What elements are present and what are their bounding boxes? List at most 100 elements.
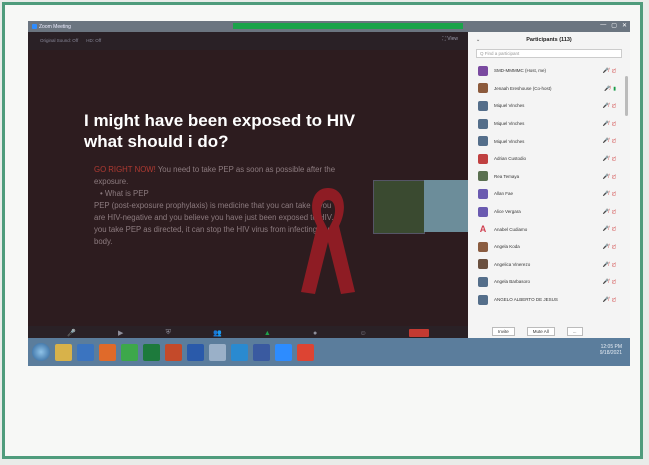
- participant-row[interactable]: Alice Vergara 🎤̸ ◻̸: [468, 203, 630, 221]
- window-title: Zoom Meeting: [39, 23, 71, 30]
- more-options-button[interactable]: ...: [566, 326, 583, 336]
- participant-row[interactable]: Angelica Vinerezo 🎤̸ ◻̸: [468, 256, 630, 274]
- maximize-button[interactable]: ▢: [611, 22, 617, 29]
- meeting-area: Original Sound: Off HD: Off ⛶ View I mig…: [28, 32, 470, 338]
- participant-video-tile-2[interactable]: [424, 180, 470, 232]
- window-icon[interactable]: [209, 343, 226, 361]
- participant-status: 🎤̸ ◻̸: [603, 121, 616, 127]
- slide-title: I might have been exposed to HIV what sh…: [84, 111, 356, 151]
- avatar: [478, 294, 488, 305]
- participant-row[interactable]: Jenaah Ereshouse (Co-host) 🎤̸ ▮: [468, 80, 630, 98]
- muted-mic-icon: 🎤̸: [602, 226, 609, 233]
- participant-row[interactable]: SMD-MMMMC (Host, me) 🎤̸ ◻̸: [468, 62, 630, 80]
- participant-search-input[interactable]: Q Find a participant: [476, 49, 622, 58]
- participant-name: Miquel Vinches: [494, 103, 525, 109]
- video-off-icon: ◻̸: [611, 138, 616, 145]
- participant-video-tile[interactable]: [373, 180, 425, 234]
- video-on-icon: ▮: [613, 85, 616, 92]
- video-off-icon: ◻̸: [611, 173, 616, 180]
- share-screen-icon[interactable]: ▲: [264, 330, 271, 337]
- avatar: [478, 65, 488, 76]
- edge-icon[interactable]: [231, 343, 248, 361]
- collapse-icon[interactable]: ⌄: [476, 37, 480, 43]
- video-icon[interactable]: ▶: [118, 329, 123, 337]
- video-off-icon: ◻̸: [611, 191, 616, 198]
- start-button-icon[interactable]: [32, 343, 50, 361]
- participant-row[interactable]: Miquel Vinches 🎤̸ ◻̸: [468, 97, 630, 115]
- participant-row[interactable]: ANGELO ALBERTO DE JESUS 🎤̸ ◻̸: [468, 291, 630, 309]
- security-icon[interactable]: ⛨: [166, 329, 171, 337]
- ie-browser-icon[interactable]: [77, 343, 94, 361]
- end-meeting-button[interactable]: [408, 329, 429, 337]
- video-off-icon: ◻̸: [611, 68, 616, 74]
- red-ribbon-icon: [301, 188, 355, 294]
- media-player-icon[interactable]: [99, 343, 116, 361]
- participants-icon[interactable]: 👥: [213, 329, 222, 337]
- invite-button[interactable]: Invite: [492, 326, 515, 336]
- avatar: [478, 188, 488, 199]
- participant-status: 🎤̸ ◻̸: [603, 297, 616, 303]
- powerpoint-icon[interactable]: [165, 343, 182, 361]
- participant-status: 🎤̸ ◻̸: [603, 138, 616, 144]
- muted-mic-icon: 🎤̸: [602, 120, 609, 127]
- muted-mic-icon: 🎤̸: [602, 296, 609, 303]
- participant-row[interactable]: Adrian Custodio 🎤̸ ◻̸: [468, 150, 630, 168]
- app-title: Zoom Meeting: [32, 24, 71, 30]
- meeting-topbar: Original Sound: Off HD: Off ⛶ View: [28, 32, 468, 48]
- muted-mic-icon: 🎤̸: [602, 103, 609, 110]
- muted-mic-icon: 🎤̸: [602, 68, 609, 74]
- avatar: [478, 276, 488, 287]
- excel-icon[interactable]: [143, 343, 160, 361]
- participant-row[interactable]: Miquel Vinches 🎤̸ ◻̸: [468, 132, 630, 150]
- participant-status: 🎤̸ ◻̸: [603, 209, 616, 215]
- participant-status: 🎤̸ ▮: [604, 86, 616, 92]
- chrome-window-icon[interactable]: [297, 343, 314, 361]
- participant-row[interactable]: Rea Temaya 🎤̸ ◻̸: [468, 168, 630, 186]
- record-icon[interactable]: ●: [313, 330, 317, 337]
- video-off-icon: ◻̸: [611, 226, 616, 233]
- view-button[interactable]: ⛶ View: [442, 36, 458, 42]
- chrome-icon[interactable]: [121, 343, 138, 361]
- participant-row[interactable]: Miquel Vinches 🎤̸ ◻̸: [468, 115, 630, 133]
- video-off-icon: ◻̸: [611, 279, 616, 286]
- window-titlebar: Zoom Meeting — ▢ ✕: [28, 21, 630, 32]
- participant-status: 🎤̸ ◻̸: [603, 226, 616, 232]
- avatar: [478, 259, 488, 270]
- mute-all-button[interactable]: Mute All: [526, 326, 555, 336]
- word-icon[interactable]: [187, 343, 204, 361]
- panel-header: ⌄ Participants (113): [468, 32, 630, 48]
- participant-row[interactable]: A Anabel Cudiamo 🎤̸ ◻̸: [468, 220, 630, 238]
- video-off-icon: ◻̸: [611, 103, 616, 110]
- avatar: [478, 83, 488, 94]
- participant-status: 🎤̸ ◻̸: [603, 191, 616, 197]
- avatar: [478, 171, 488, 182]
- avatar: [478, 206, 488, 217]
- reactions-icon[interactable]: ☺: [359, 330, 366, 337]
- participant-row[interactable]: Allan Fae 🎤̸ ◻̸: [468, 185, 630, 203]
- video-off-icon: ◻̸: [611, 155, 616, 162]
- participant-status: 🎤̸ ◻̸: [603, 156, 616, 162]
- participant-name: Miquel Vinches: [494, 121, 525, 127]
- video-off-icon: ◻̸: [611, 208, 616, 215]
- panel-scrollbar[interactable]: [625, 76, 628, 116]
- participants-panel: ⌄ Participants (113) Q Find a participan…: [468, 32, 630, 338]
- avatar: [478, 100, 488, 111]
- system-tray: 12:05 PM 9/18/2021: [600, 344, 622, 356]
- zoom-taskbar-icon[interactable]: [275, 343, 292, 361]
- minimize-button[interactable]: —: [600, 22, 606, 29]
- participant-name: Angelica Vinerezo: [494, 261, 531, 267]
- participant-row[interactable]: Angela Koda 🎤̸ ◻̸: [468, 238, 630, 256]
- muted-mic-icon: 🎤̸: [602, 191, 609, 198]
- close-button[interactable]: ✕: [622, 22, 627, 29]
- participant-name: Miquel Vinches: [494, 138, 525, 144]
- hd-toggle[interactable]: HD: Off: [86, 38, 101, 43]
- original-sound-toggle[interactable]: Original Sound: Off: [40, 38, 78, 43]
- participant-row[interactable]: Angela Barbasoro 🎤̸ ◻̸: [468, 273, 630, 291]
- word-doc-icon[interactable]: [253, 343, 270, 361]
- file-explorer-icon[interactable]: [55, 343, 72, 361]
- participant-name: Angela Barbasoro: [494, 279, 531, 285]
- muted-mic-icon: 🎤̸: [602, 173, 609, 180]
- avatar: [478, 153, 488, 164]
- participant-name: Adrian Custodio: [494, 156, 527, 162]
- mic-icon[interactable]: 🎤: [67, 329, 76, 337]
